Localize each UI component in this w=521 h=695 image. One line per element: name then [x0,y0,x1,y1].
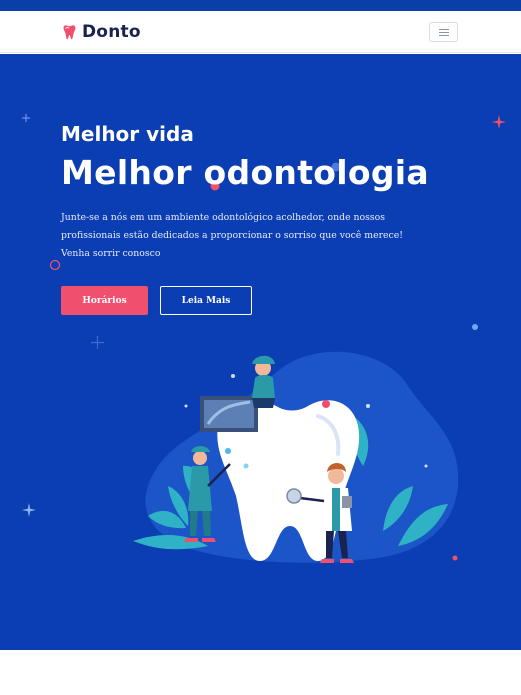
hero-description-line: profissionais estão dedicados a proporci… [61,230,403,241]
pink-plus-icon [492,115,506,129]
navbar: Donto [0,11,521,53]
dentists-cleaning-tooth-illustration [133,351,459,563]
tooth-icon [63,24,76,39]
ring-icon [49,259,61,271]
hero-description-line: Venha sorrir conosco [61,248,161,259]
hero-title: Melhor odontologia [61,153,429,192]
hero-description: Junte-se a nós em um ambiente odontológi… [61,209,403,263]
hero-subtitle: Melhor vida [61,122,194,146]
brand-link[interactable]: Donto [61,21,141,43]
next-section [0,650,521,695]
read-more-button[interactable]: Leia Mais [160,286,252,315]
dot-icon [472,324,478,330]
hamburger-menu-icon [438,28,449,30]
sparkle-icon [22,503,36,517]
hero-section: Melhor vida Melhor odontologia Junte-se … [0,54,521,650]
brand-name: Donto [82,22,141,42]
hero-description-line: Junte-se a nós em um ambiente odontológi… [61,212,386,223]
menu-toggle-button[interactable] [429,22,458,42]
plus-icon [91,336,104,349]
sparkle-icon [22,114,30,122]
top-strip [0,0,521,11]
schedule-button[interactable]: Horários [61,286,148,315]
